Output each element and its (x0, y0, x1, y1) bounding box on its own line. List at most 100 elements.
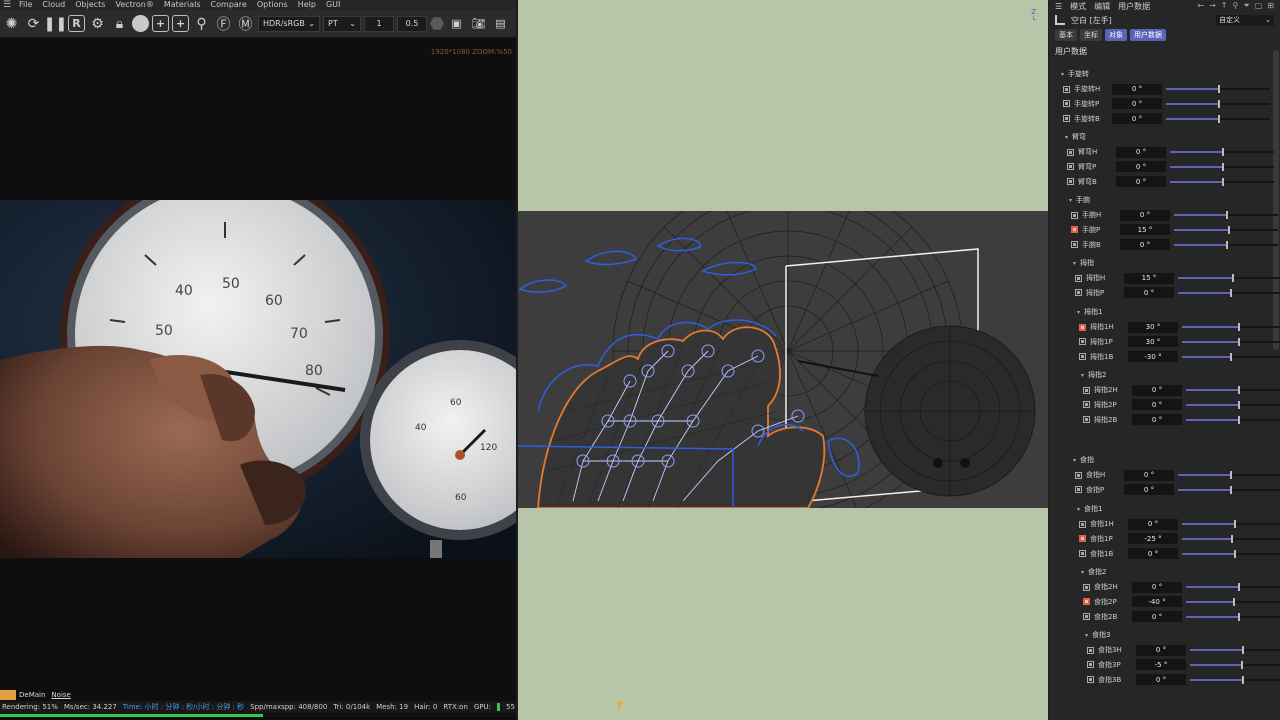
slider-knob[interactable] (1230, 485, 1232, 494)
param-value-field[interactable]: 0 ° (1124, 287, 1174, 299)
expand-triangle-icon[interactable]: ▾ (1069, 197, 1072, 204)
forward-arrow-icon[interactable]: → (1209, 1, 1216, 11)
keyframe-icon[interactable] (1067, 163, 1074, 171)
menu-objects[interactable]: Objects (70, 0, 110, 10)
param-value-field[interactable]: 0 ° (1132, 399, 1182, 411)
expand-triangle-icon[interactable]: ▾ (1085, 632, 1088, 639)
pick-focus-icon[interactable]: ⚲ (192, 14, 211, 33)
param-group[interactable]: ▾ 食指1 (1077, 504, 1102, 514)
slider-knob[interactable] (1222, 148, 1224, 156)
keyframe-icon[interactable] (1079, 323, 1086, 331)
keyframe-icon[interactable] (1079, 535, 1086, 543)
param-slider[interactable] (1186, 384, 1280, 396)
keyframe-icon[interactable] (1087, 646, 1094, 654)
param-value-field[interactable]: 0 ° (1132, 414, 1182, 426)
param-slider[interactable] (1190, 674, 1280, 686)
param-slider[interactable] (1166, 83, 1270, 95)
slider-knob[interactable] (1230, 288, 1232, 297)
send-scene-icon[interactable]: ✺ (2, 14, 21, 33)
settings-gear-icon[interactable]: ⚙ (88, 14, 107, 33)
param-slider[interactable] (1182, 533, 1280, 545)
tab-object[interactable]: 对象 (1105, 29, 1127, 41)
slider-knob[interactable] (1238, 337, 1241, 346)
keyframe-icon[interactable] (1083, 583, 1090, 591)
viewport[interactable]: Z └ (518, 0, 1048, 720)
keyframe-icon[interactable] (1075, 274, 1082, 282)
slider-knob[interactable] (1218, 85, 1220, 93)
menu-materials[interactable]: Materials (159, 0, 206, 10)
param-value-field[interactable]: 0 ° (1124, 484, 1174, 496)
slider-knob[interactable] (1238, 400, 1240, 409)
slider-knob[interactable] (1230, 471, 1232, 479)
param-slider[interactable] (1178, 272, 1280, 284)
pause-render-icon[interactable]: ❚❚ (44, 14, 67, 33)
keyframe-icon[interactable] (1083, 416, 1090, 424)
keyframe-icon[interactable] (1079, 550, 1086, 558)
param-value-field[interactable]: 0 ° (1120, 239, 1170, 251)
expand-triangle-icon[interactable]: ▾ (1081, 569, 1084, 576)
slider-knob[interactable] (1234, 520, 1236, 528)
param-value-field[interactable]: 0 ° (1124, 469, 1174, 481)
tab-demain[interactable]: DeMain (16, 690, 48, 700)
param-slider[interactable] (1166, 113, 1270, 125)
param-slider[interactable] (1170, 146, 1274, 158)
lock-icon[interactable]: 🔒︎ (110, 14, 129, 33)
slider-knob[interactable] (1222, 162, 1224, 171)
param-slider[interactable] (1182, 321, 1280, 333)
new-panel-icon[interactable]: ⊞ (1267, 1, 1274, 11)
menu-file[interactable]: File (14, 0, 37, 10)
color-space-select[interactable]: HDR/sRGB ⌄ (258, 15, 320, 32)
param-slider[interactable] (1182, 548, 1280, 560)
param-group[interactable]: ▾ 拇指1 (1077, 307, 1102, 317)
param-value-field[interactable]: 0 ° (1116, 176, 1166, 188)
param-value-field[interactable]: 30 ° (1128, 336, 1178, 348)
param-group[interactable]: ▾ 臂弯 (1065, 132, 1086, 142)
expand-triangle-icon[interactable]: ▾ (1077, 309, 1080, 316)
param-value-field[interactable]: 0 ° (1116, 146, 1166, 158)
keyframe-icon[interactable] (1079, 520, 1086, 528)
keyframe-icon[interactable] (1063, 100, 1070, 108)
param-slider[interactable] (1190, 659, 1280, 671)
focus-f-icon[interactable]: Ⓕ (214, 14, 233, 33)
lock-icon[interactable]: ▢ (1255, 1, 1263, 11)
param-value-field[interactable]: 0 ° (1120, 209, 1170, 221)
keyframe-icon[interactable] (1083, 613, 1090, 621)
menu-vectron[interactable]: Vectron® (110, 0, 158, 10)
param-group[interactable]: ▾ 手腕 (1069, 195, 1090, 205)
param-value-field[interactable]: -5 ° (1136, 659, 1186, 671)
slider-knob[interactable] (1228, 225, 1231, 234)
param-value-field[interactable]: -40 ° (1132, 596, 1182, 608)
menu-compare[interactable]: Compare (206, 0, 252, 10)
slider-knob[interactable] (1218, 99, 1220, 108)
keyframe-icon[interactable] (1071, 211, 1078, 219)
attr-menu-userdata[interactable]: 用户数据 (1118, 1, 1150, 12)
slider-knob[interactable] (1242, 675, 1244, 684)
keyframe-icon[interactable] (1063, 85, 1070, 93)
keyframe-icon[interactable] (1067, 148, 1074, 156)
preset-select[interactable]: 自定义 ⌄ (1216, 14, 1274, 26)
keyframe-icon[interactable] (1083, 401, 1090, 409)
hamburger-menu-icon[interactable]: ☰ (0, 0, 14, 10)
attributes-scrollbar[interactable] (1273, 50, 1279, 350)
expand-triangle-icon[interactable]: ▾ (1061, 71, 1064, 78)
slider-knob[interactable] (1229, 352, 1232, 361)
tab-basic[interactable]: 基本 (1055, 29, 1077, 41)
keyframe-icon[interactable] (1075, 486, 1082, 494)
expand-triangle-icon[interactable]: ▾ (1073, 260, 1076, 267)
menu-cloud[interactable]: Cloud (37, 0, 70, 10)
keyframe-icon[interactable] (1083, 598, 1090, 606)
menu-options[interactable]: Options (252, 0, 293, 10)
keyframe-icon[interactable] (1075, 471, 1082, 479)
keyframe-icon[interactable] (1079, 353, 1086, 361)
menu-help[interactable]: Help (293, 0, 321, 10)
keyframe-icon[interactable] (1083, 386, 1090, 394)
param-slider[interactable] (1182, 336, 1280, 348)
kernel-select[interactable]: PT ⌄ (323, 15, 361, 32)
param-group[interactable]: ▾ 拇指2 (1081, 370, 1106, 380)
back-arrow-icon[interactable]: ← (1197, 1, 1204, 11)
param-slider[interactable] (1186, 596, 1280, 608)
param-slider[interactable] (1186, 581, 1280, 593)
expand-triangle-icon[interactable]: ▾ (1077, 506, 1080, 513)
tab-main-active[interactable] (0, 690, 16, 700)
menu-gui[interactable]: GUI (321, 0, 345, 10)
